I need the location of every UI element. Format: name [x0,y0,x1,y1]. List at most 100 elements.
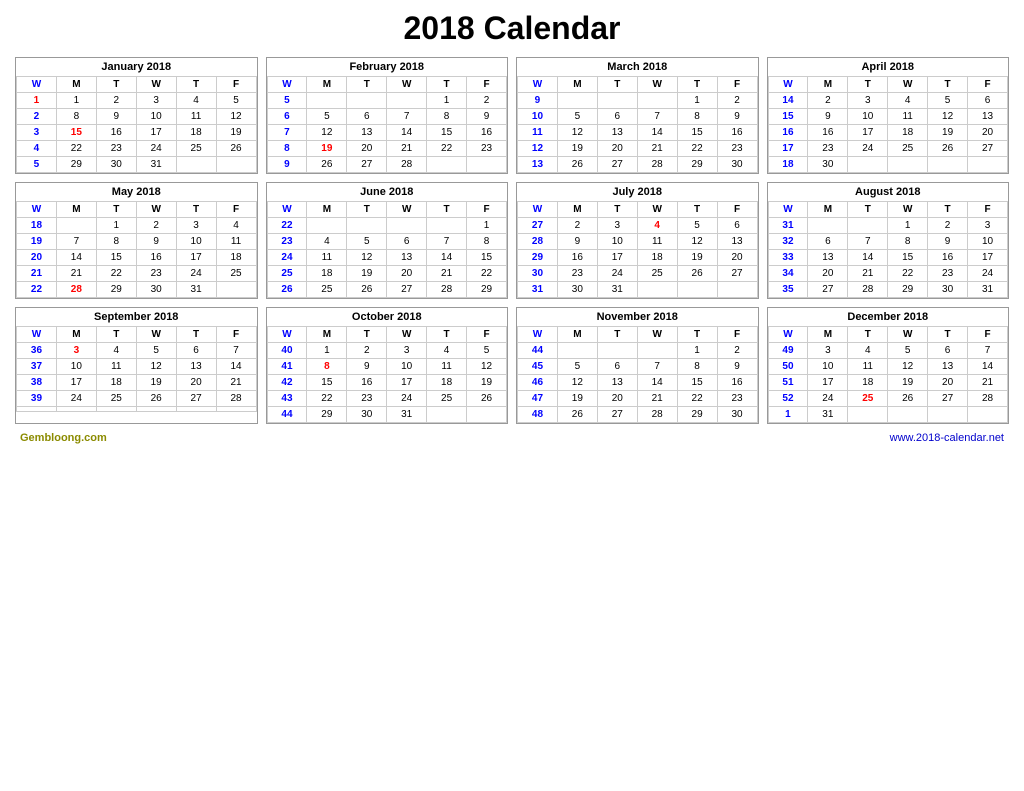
table-row: 112345 [17,93,257,109]
table-row: 4189101112 [267,359,507,375]
col-header: T [176,77,216,93]
day-cell: 6 [968,93,1008,109]
day-cell [968,407,1008,423]
table-row: 31123 [768,218,1008,234]
table-row: 5293031 [17,157,257,173]
day-cell: 39 [17,391,57,407]
day-cell: 12 [216,109,256,125]
day-cell: 41 [267,359,307,375]
table-row: 352728293031 [768,282,1008,298]
day-cell: 25 [176,141,216,157]
day-cell: 1 [307,343,347,359]
day-cell: 26 [557,407,597,423]
day-cell: 22 [267,218,307,234]
day-cell: 4 [17,141,57,157]
day-cell: 2 [808,93,848,109]
day-cell: 38 [17,375,57,391]
day-cell: 24 [136,141,176,157]
day-cell: 6 [176,343,216,359]
day-cell: 28 [518,234,558,250]
day-cell: 25 [96,391,136,407]
day-cell: 13 [717,234,757,250]
day-cell: 12 [557,125,597,141]
day-cell: 37 [17,359,57,375]
month-10: November 2018WMTWTF441245567894612131415… [516,307,759,424]
table-row: 461213141516 [518,375,758,391]
day-cell: 48 [518,407,558,423]
table-row: WMTWTF [17,327,257,343]
day-cell: 30 [96,157,136,173]
table-row: WMTWTF [768,327,1008,343]
col-header: W [267,77,307,93]
col-header: W [637,77,677,93]
day-cell: 13 [928,359,968,375]
table-row: 181234 [17,218,257,234]
table-row: 4556789 [518,359,758,375]
day-cell: 25 [216,266,256,282]
month-table-0: WMTWTF1123452891011123151617181942223242… [16,76,257,173]
day-cell: 11 [888,109,928,125]
day-cell: 2 [467,93,507,109]
day-cell: 27 [518,218,558,234]
month-title-2: March 2018 [517,58,758,76]
day-cell: 8 [427,109,467,125]
day-cell: 7 [968,343,1008,359]
col-header: M [557,77,597,93]
col-header: F [467,327,507,343]
day-cell: 11 [637,234,677,250]
day-cell: 30 [518,266,558,282]
day-cell: 19 [557,141,597,157]
day-cell: 20 [17,250,57,266]
day-cell: 10 [597,234,637,250]
day-cell: 8 [267,141,307,157]
day-cell: 10 [136,109,176,125]
day-cell: 23 [808,141,848,157]
table-row: 289101112 [17,109,257,125]
day-cell: 23 [467,141,507,157]
day-cell: 2 [136,218,176,234]
day-cell: 27 [968,141,1008,157]
day-cell: 27 [347,157,387,173]
table-row: WMTWTF [267,77,507,93]
day-cell: 1 [56,93,96,109]
table-row: 44293031 [267,407,507,423]
month-4: May 2018WMTWTF18123419789101120141516171… [15,182,258,299]
day-cell: 5 [17,157,57,173]
col-header: T [347,77,387,93]
day-cell: 3 [17,125,57,141]
day-cell [427,157,467,173]
col-header: W [888,202,928,218]
day-cell: 2 [96,93,136,109]
day-cell: 15 [888,250,928,266]
day-cell: 15 [307,375,347,391]
col-header: W [267,202,307,218]
day-cell: 7 [267,125,307,141]
day-cell: 5 [557,359,597,375]
day-cell: 15 [96,250,136,266]
day-cell: 22 [17,282,57,298]
table-row: WMTWTF [768,77,1008,93]
table-row: WMTWTF [518,77,758,93]
col-header: F [467,202,507,218]
table-row: WMTWTF [518,202,758,218]
month-2: March 2018WMTWTF912105678911121314151612… [516,57,759,174]
col-header: T [677,202,717,218]
day-cell [637,343,677,359]
month-table-11: WMTWTF4934567501011121314511718192021522… [768,326,1009,423]
day-cell: 15 [56,125,96,141]
day-cell [56,407,96,412]
table-row: 2345678 [267,234,507,250]
day-cell: 5 [136,343,176,359]
col-header: W [637,327,677,343]
col-header: W [136,327,176,343]
month-1: February 2018WMTWTF512656789712131415168… [266,57,509,174]
table-row: 251819202122 [267,266,507,282]
day-cell: 26 [216,141,256,157]
table-row: 3634567 [17,343,257,359]
day-cell: 13 [387,250,427,266]
day-cell: 28 [848,282,888,298]
day-cell: 6 [928,343,968,359]
day-cell: 6 [267,109,307,125]
day-cell: 16 [347,375,387,391]
col-header: T [928,202,968,218]
